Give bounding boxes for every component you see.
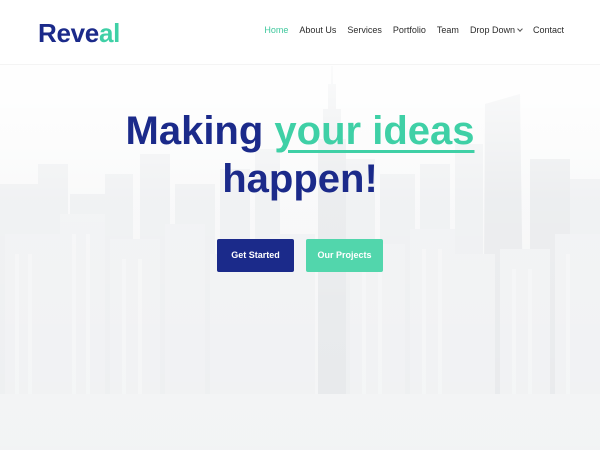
nav-item-drop-down[interactable]: Drop Down: [469, 23, 523, 37]
site-logo[interactable]: Reveal: [38, 17, 120, 49]
hero-headline: Making your ideas happen!: [0, 107, 600, 203]
nav-item-home[interactable]: Home: [264, 23, 288, 37]
nav-item-contact[interactable]: Contact: [533, 23, 564, 37]
chevron-down-icon: [517, 26, 523, 32]
nav-item-portfolio[interactable]: Portfolio: [393, 23, 426, 37]
hero-buttons: Get Started Our Projects: [0, 239, 600, 272]
site-header: Reveal Home About Us Services Portfolio …: [0, 0, 600, 64]
nav-item-about-us[interactable]: About Us: [299, 23, 336, 37]
nav-item-services[interactable]: Services: [347, 23, 382, 37]
headline-part-2: happen!: [222, 157, 378, 201]
nav-item-team[interactable]: Team: [437, 23, 459, 37]
our-projects-button[interactable]: Our Projects: [306, 239, 383, 272]
logo-part-2: al: [98, 18, 121, 48]
nav-item-drop-down-label: Drop Down: [469, 25, 515, 35]
get-started-button[interactable]: Get Started: [217, 239, 294, 272]
logo-part-1: Reve: [38, 18, 99, 48]
headline-accent: your ideas: [274, 109, 475, 153]
headline-part-1: Making: [125, 109, 275, 153]
page: Reveal Home About Us Services Portfolio …: [0, 0, 600, 450]
main-nav: Home About Us Services Portfolio Team Dr…: [264, 23, 564, 37]
